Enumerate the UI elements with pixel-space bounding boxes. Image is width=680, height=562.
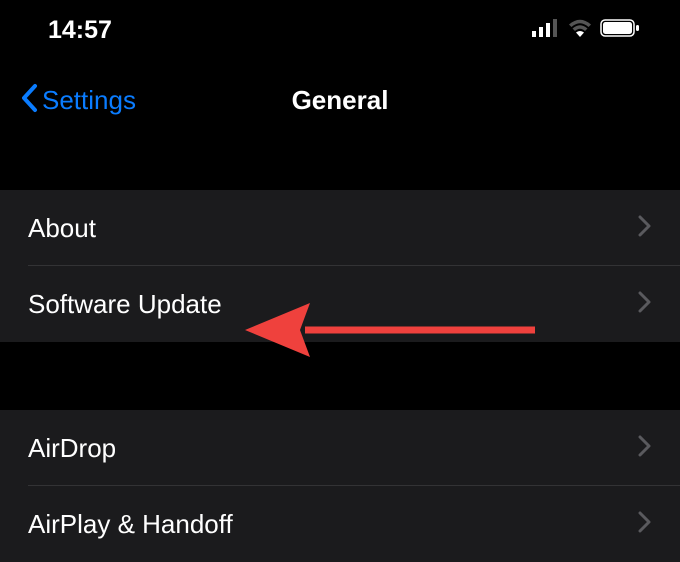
menu-item-label: About — [28, 213, 96, 244]
chevron-right-icon — [638, 510, 652, 539]
status-bar: 14:57 — [0, 0, 680, 60]
cellular-signal-icon — [532, 19, 560, 42]
menu-group-2: AirDrop AirPlay & Handoff — [0, 410, 680, 562]
chevron-right-icon — [638, 214, 652, 243]
menu-group-1: About Software Update — [0, 190, 680, 342]
back-button[interactable]: Settings — [20, 83, 136, 118]
chevron-right-icon — [638, 434, 652, 463]
chevron-right-icon — [638, 290, 652, 319]
status-time: 14:57 — [48, 16, 112, 45]
menu-item-about[interactable]: About — [0, 190, 680, 266]
chevron-left-icon — [20, 83, 38, 118]
menu-item-label: Software Update — [28, 289, 222, 320]
status-indicators — [532, 19, 640, 42]
section-spacer — [0, 140, 680, 190]
menu-item-airplay-handoff[interactable]: AirPlay & Handoff — [0, 486, 680, 562]
battery-icon — [600, 19, 640, 42]
section-spacer — [0, 342, 680, 410]
menu-item-label: AirDrop — [28, 433, 116, 464]
navigation-bar: Settings General — [0, 60, 680, 140]
settings-general-screen: 14:57 — [0, 0, 680, 559]
menu-item-label: AirPlay & Handoff — [28, 509, 233, 540]
menu-item-software-update[interactable]: Software Update — [0, 266, 680, 342]
back-label: Settings — [42, 85, 136, 116]
menu-item-airdrop[interactable]: AirDrop — [0, 410, 680, 486]
wifi-icon — [568, 19, 592, 42]
page-title: General — [292, 85, 389, 116]
